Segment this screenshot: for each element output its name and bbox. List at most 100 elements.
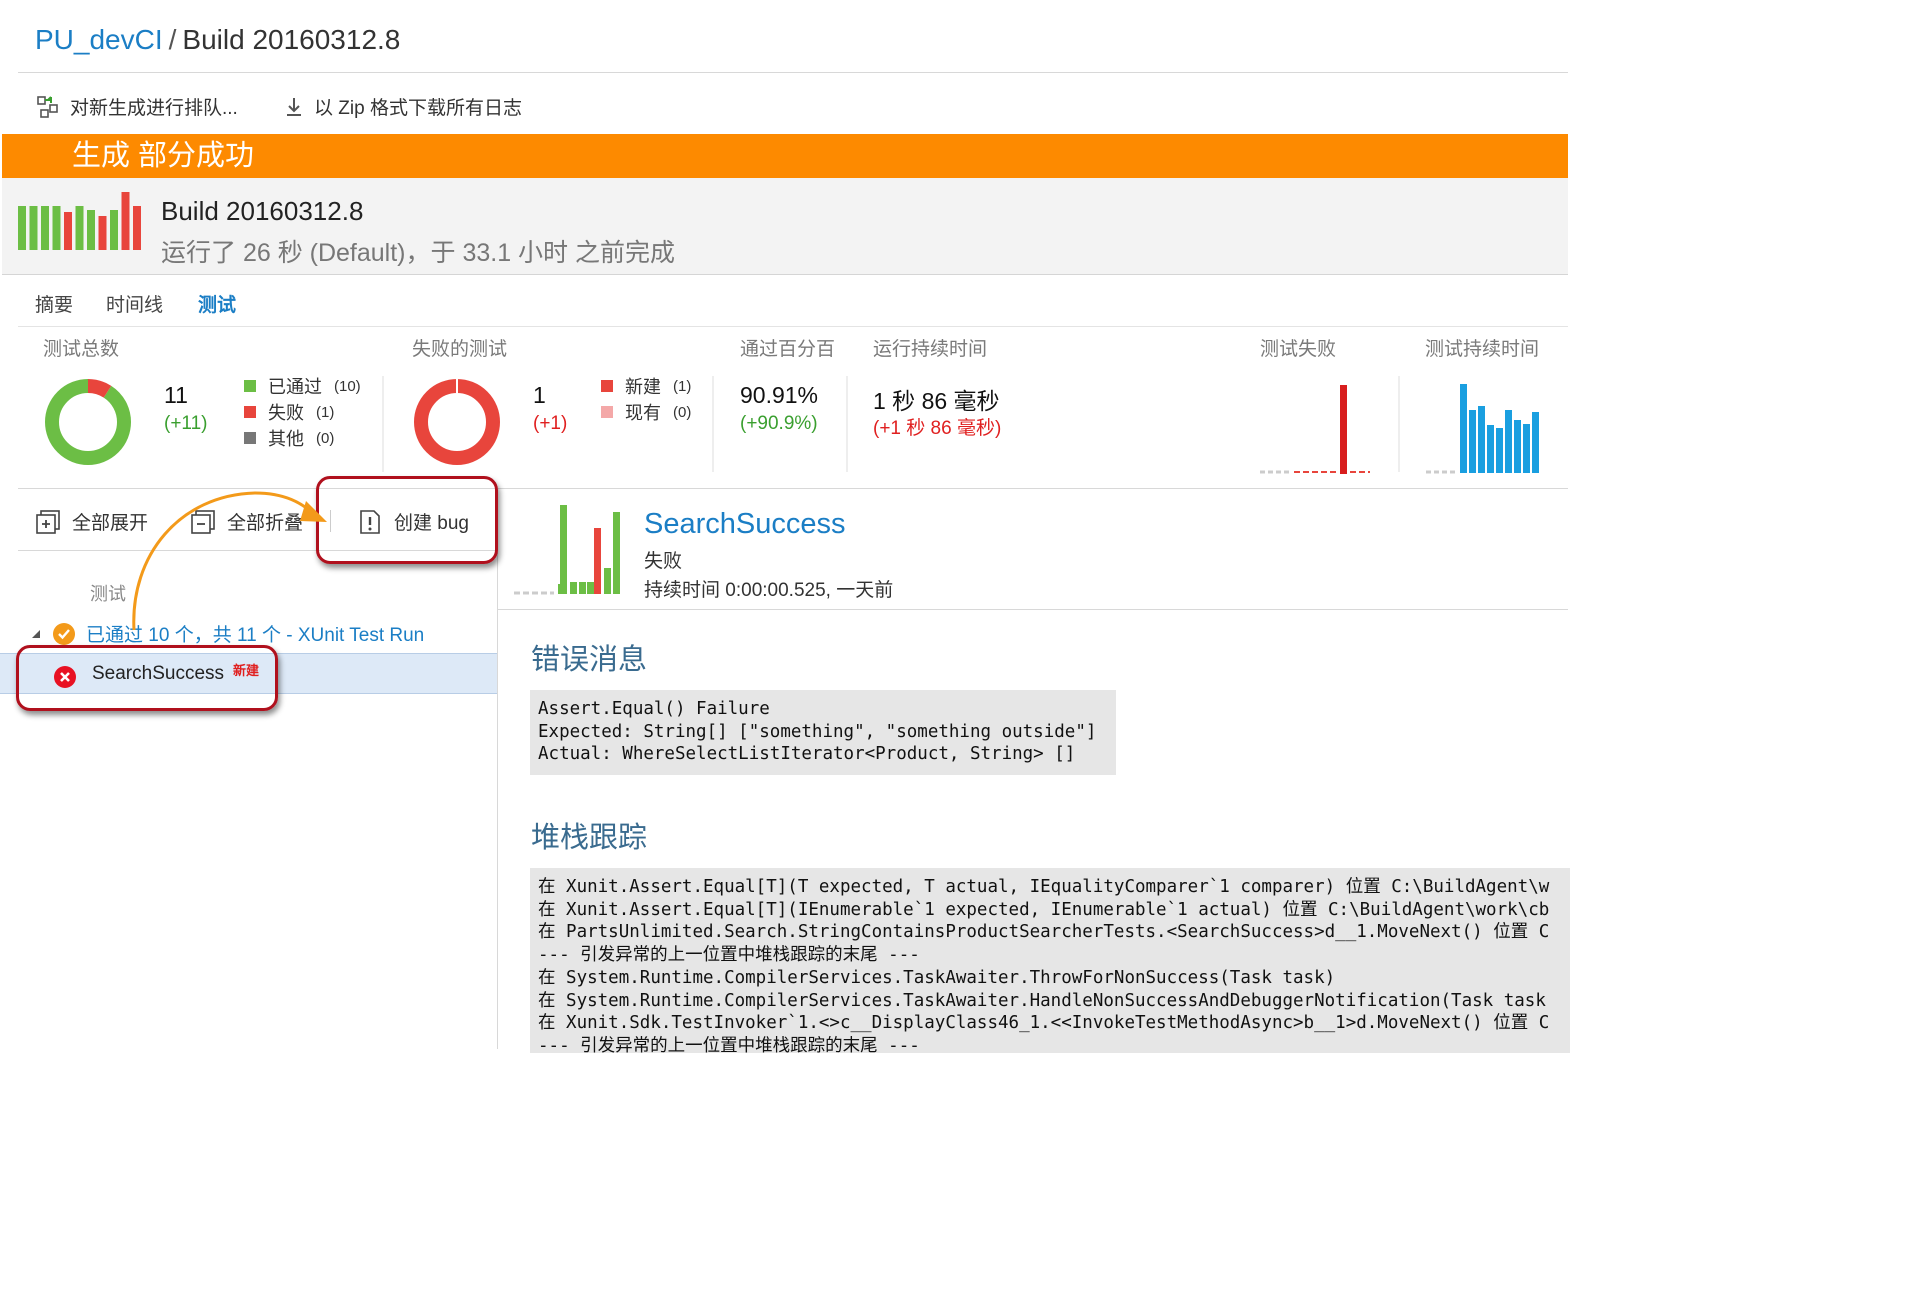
test-history-bar (604, 568, 611, 594)
duration-trend-label: 测试持续时间 (1425, 339, 1540, 360)
breadcrumb: PU_devCI / Build 20160312.8 (35, 24, 400, 56)
warning-status-icon (52, 622, 76, 646)
test-history-bar (560, 505, 567, 594)
run-duration-delta: (+1 秒 86 毫秒) (873, 418, 1002, 439)
failed-tests-value: 1 (533, 382, 546, 408)
run-duration-value: 1 秒 86 毫秒 (873, 388, 1000, 414)
breadcrumb-separator: / (168, 24, 177, 55)
duration-trend-bar (1532, 412, 1539, 473)
build-history-bar (87, 210, 95, 250)
legend-existing-count: (0) (673, 403, 692, 421)
failed-tests-label: 失败的测试 (412, 339, 508, 360)
queue-build-label: 对新生成进行排队... (70, 98, 238, 119)
callout-arrow (132, 491, 327, 631)
create-bug-callout (316, 476, 498, 564)
legend-passed: 已通过 (10) (244, 373, 361, 399)
duration-trend-bar (1460, 384, 1467, 473)
failed-tests-delta: (+1) (533, 413, 568, 434)
legend-other-label: 其他 (268, 429, 304, 449)
tabs-divider (18, 326, 1568, 327)
total-tests-label: 测试总数 (43, 339, 120, 360)
duration-trend-bar (1487, 425, 1494, 473)
legend-passed-count: (10) (334, 377, 361, 395)
stack-trace-title: 堆栈跟踪 (531, 822, 648, 854)
test-history-bar (613, 512, 620, 594)
download-logs-button[interactable]: 以 Zip 格式下载所有日志 (284, 93, 522, 120)
build-title: Build 20160312.8 (161, 196, 364, 226)
tab-tests[interactable]: 测试 (198, 290, 236, 317)
build-history-bar (52, 206, 61, 250)
duration-trend-bar (1469, 410, 1476, 473)
total-tests-legend: 已通过 (10) 失败 (1) 其他 (0) (244, 373, 361, 451)
failure-trend-bar (1340, 385, 1347, 474)
stack-trace-box: 在 Xunit.Assert.Equal[T](T expected, T ac… (530, 868, 1570, 1053)
test-detail-status: 失败 (644, 551, 683, 572)
build-name: Build 20160312.8 (182, 24, 401, 55)
duration-trend-bar (1523, 424, 1530, 473)
build-status-banner: 生成 部分成功 (2, 134, 1568, 178)
test-history-bar (587, 582, 594, 594)
tab-timeline[interactable]: 时间线 (106, 290, 163, 317)
build-history-bar (133, 206, 141, 250)
pane-splitter[interactable] (497, 490, 498, 1049)
legend-existing: 现有 (0) (601, 399, 691, 425)
build-history-bar (29, 206, 38, 250)
build-history-bar (110, 210, 118, 250)
stats-divider (1398, 376, 1400, 472)
queue-build-button[interactable]: 对新生成进行排队... (36, 93, 238, 120)
queue-icon (36, 95, 60, 119)
total-tests-delta: (+11) (164, 413, 208, 434)
legend-other: 其他 (0) (244, 425, 361, 451)
legend-failed-label: 失败 (268, 403, 304, 423)
duration-trend-bar (1505, 410, 1512, 473)
tab-summary[interactable]: 摘要 (35, 290, 73, 317)
header-divider (18, 72, 1568, 73)
legend-passed-label: 已通过 (268, 377, 322, 397)
build-history-bar (121, 192, 130, 250)
collapse-triangle-icon[interactable] (30, 628, 42, 640)
legend-other-count: (0) (316, 429, 335, 447)
run-duration-label: 运行持续时间 (873, 339, 988, 360)
legend-new-count: (1) (673, 377, 692, 395)
test-history-bar (570, 582, 577, 594)
test-detail-duration: 持续时间 0:00:00.525, 一天前 (644, 580, 894, 601)
build-history-bar (75, 206, 84, 250)
duration-trend-bar (1478, 406, 1485, 473)
failure-trend-label: 测试失败 (1260, 339, 1337, 360)
legend-failed-count: (1) (316, 403, 335, 421)
duration-trend-bar (1496, 428, 1503, 473)
legend-new-label: 新建 (625, 377, 661, 397)
failed-tests-donut (414, 377, 500, 465)
project-link[interactable]: PU_devCI (35, 24, 163, 55)
pass-rate-delta: (+90.9%) (740, 413, 818, 434)
build-subtitle: 运行了 26 秒 (Default)，于 33.1 小时 之前完成 (161, 239, 676, 267)
expand-all-icon (36, 509, 60, 534)
legend-failed: 失败 (1) (244, 399, 361, 425)
pass-rate-value: 90.91% (740, 382, 819, 408)
legend-existing-label: 现有 (625, 403, 661, 423)
total-tests-donut (45, 379, 131, 465)
build-history-bar (18, 206, 26, 250)
duration-trend-bar (1514, 420, 1521, 473)
legend-new: 新建 (1) (601, 373, 691, 399)
error-message-box: Assert.Equal() Failure Expected: String[… (530, 690, 1116, 775)
build-history-chart (18, 192, 141, 250)
build-history-bar (41, 206, 49, 250)
detail-divider (498, 609, 1568, 610)
error-message-title: 错误消息 (531, 644, 648, 676)
stats-divider (712, 376, 714, 472)
test-detail-name: SearchSuccess (644, 508, 846, 540)
stats-divider (382, 376, 384, 472)
test-history-chart (514, 505, 620, 595)
failure-trend-chart (1260, 385, 1370, 474)
failed-tests-legend: 新建 (1) 现有 (0) (601, 373, 691, 425)
total-tests-value: 11 (164, 382, 188, 408)
selected-test-callout (16, 645, 278, 711)
test-history-bar (594, 528, 601, 594)
download-icon (284, 96, 304, 118)
build-status-text: 生成 部分成功 (72, 140, 255, 172)
pass-rate-label: 通过百分百 (740, 339, 836, 360)
test-history-bar (579, 582, 586, 594)
download-logs-label: 以 Zip 格式下载所有日志 (314, 98, 522, 119)
stats-divider (846, 376, 848, 472)
